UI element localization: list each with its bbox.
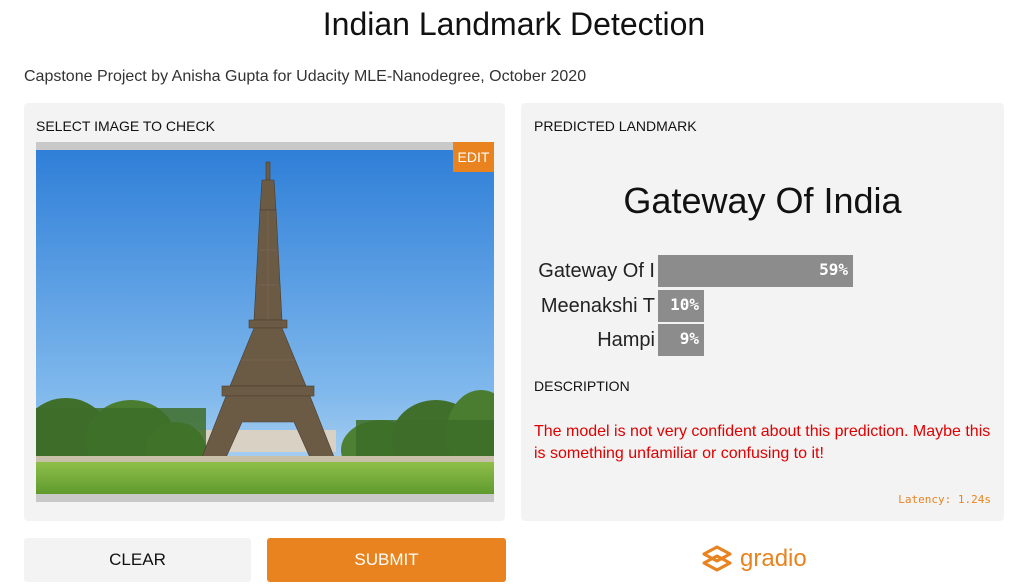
clear-button[interactable]: CLEAR (24, 538, 251, 582)
confidence-row: Gateway Of I 59% (521, 255, 1004, 287)
latency-text: Latency: 1.24s (898, 493, 991, 506)
confidence-row: Hampi 9% (521, 324, 1004, 356)
confidence-bar: 9% (658, 324, 704, 356)
input-panel: SELECT IMAGE TO CHECK EDIT (24, 103, 505, 521)
confidence-label: Hampi (597, 329, 655, 351)
confidence-label: Meenakshi T (540, 295, 655, 317)
edit-button[interactable]: EDIT (453, 142, 494, 172)
confidence-bar: 59% (658, 255, 853, 287)
page-title: Indian Landmark Detection (322, 6, 706, 42)
description-label: DESCRIPTION (534, 378, 630, 394)
submit-button[interactable]: SUBMIT (267, 538, 506, 582)
predicted-landmark: Gateway Of India (623, 180, 902, 221)
gradio-logo[interactable]: gradio (702, 541, 807, 577)
output-panel: PREDICTED LANDMARK Gateway Of India Gate… (521, 103, 1004, 521)
output-panel-label: PREDICTED LANDMARK (534, 118, 697, 134)
confidence-bar: 10% (658, 290, 704, 322)
confidence-row: Meenakshi T 10% (521, 290, 1004, 322)
confidence-label: Gateway Of I (538, 260, 655, 282)
eiffel-tower-image (36, 150, 494, 494)
gradio-brand-text: gradio (740, 545, 807, 572)
input-panel-label: SELECT IMAGE TO CHECK (36, 118, 215, 134)
page-subtitle: Capstone Project by Anisha Gupta for Uda… (24, 68, 587, 85)
gradio-logo-icon (702, 545, 732, 572)
description-text: The model is not very confident about th… (534, 423, 991, 462)
image-upload-area[interactable]: EDIT (36, 142, 494, 502)
